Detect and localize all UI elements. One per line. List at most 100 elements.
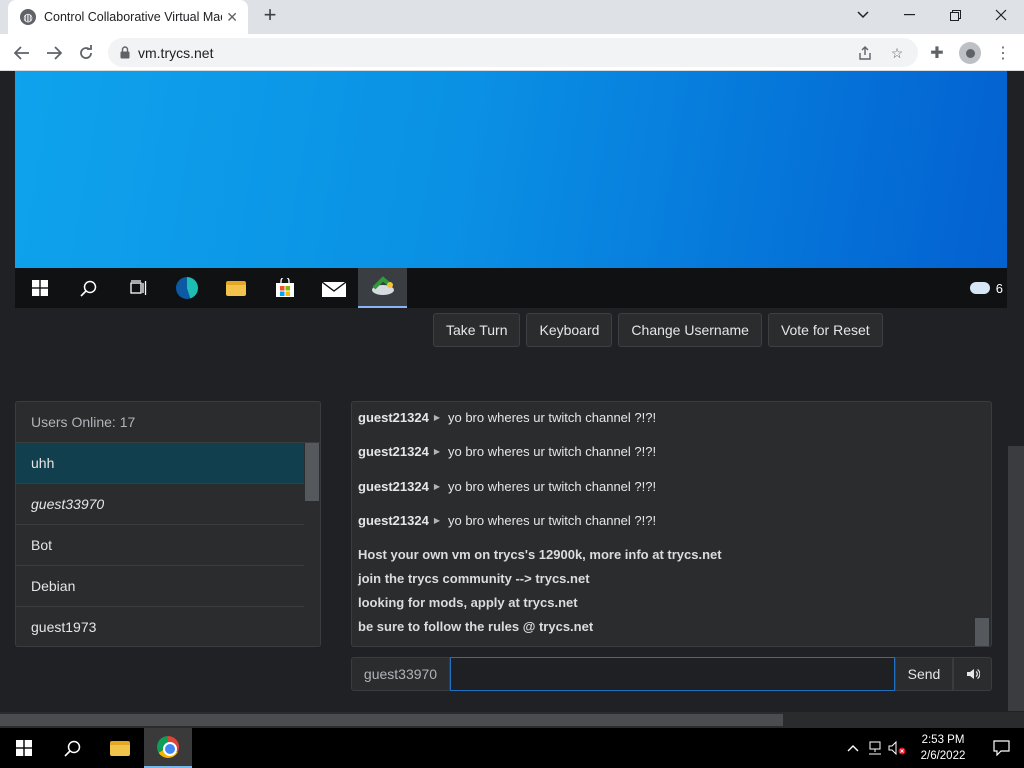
- clock-date: 2/6/2022: [920, 750, 966, 762]
- mail-icon[interactable]: [309, 268, 358, 308]
- browser-tab[interactable]: ◍ Control Collaborative Virtual Machines…: [8, 0, 248, 34]
- chat-input-bar: guest33970 Send: [351, 657, 992, 691]
- user-list-item[interactable]: guest33970: [16, 484, 304, 525]
- close-icon: [995, 9, 1007, 21]
- browser-tab-strip: ◍ Control Collaborative Virtual Machines…: [0, 0, 1024, 34]
- profile-icon[interactable]: [959, 42, 981, 64]
- users-panel: Users Online: 17 uhh guest33970 Bot Debi…: [15, 401, 321, 647]
- minimize-button[interactable]: [886, 0, 932, 30]
- reload-button[interactable]: [74, 41, 98, 65]
- arrow-right-icon: ▶: [433, 413, 440, 422]
- message-text: yo bro wheres ur twitch channel ?!?!: [447, 513, 657, 528]
- search-icon[interactable]: [48, 728, 96, 768]
- chevron-down-icon: [857, 11, 869, 19]
- vm-taskbar[interactable]: 6: [15, 268, 1007, 308]
- share-icon[interactable]: [854, 42, 876, 64]
- tab-title: Control Collaborative Virtual Machines: [44, 10, 222, 24]
- notification-icon[interactable]: [978, 728, 1024, 768]
- user-list-item[interactable]: Bot: [16, 525, 304, 566]
- back-arrow-icon: [14, 46, 29, 60]
- app-icon[interactable]: [358, 268, 407, 308]
- system-tray: 2:53 PM 2/6/2022: [842, 728, 1024, 768]
- users-scrollbar[interactable]: [304, 443, 320, 646]
- chat-scroll-thumb[interactable]: [975, 618, 989, 646]
- user-list-item[interactable]: uhh: [16, 443, 304, 484]
- system-message: join the trycs community --> trycs.net: [358, 571, 590, 586]
- user-list-item[interactable]: Debian: [16, 566, 304, 607]
- change-username-button[interactable]: Change Username: [618, 313, 762, 347]
- user-list: uhh guest33970 Bot Debian guest1973: [16, 443, 304, 646]
- back-button[interactable]: [10, 41, 34, 65]
- kebab-menu-icon[interactable]: ⋮: [992, 42, 1014, 64]
- send-button[interactable]: Send: [895, 657, 953, 691]
- chat-message-input[interactable]: [450, 657, 895, 691]
- horizontal-scroll-thumb[interactable]: [0, 714, 783, 726]
- puzzle-icon[interactable]: ✚: [926, 42, 948, 64]
- file-explorer-icon[interactable]: [96, 728, 144, 768]
- message-text: yo bro wheres ur twitch channel ?!?!: [447, 479, 657, 494]
- network-icon[interactable]: [864, 741, 886, 755]
- edge-icon[interactable]: [162, 268, 211, 308]
- windows-start-icon[interactable]: [0, 728, 48, 768]
- message-username: guest21324: [358, 479, 429, 494]
- chevron-up-icon[interactable]: [842, 744, 864, 752]
- chat-message: guest21324 ▶ yo bro wheres ur twitch cha…: [358, 479, 656, 494]
- message-username: guest21324: [358, 410, 429, 425]
- page-scrollbar-thumb[interactable]: [1008, 446, 1024, 711]
- star-icon[interactable]: ☆: [886, 42, 908, 64]
- message-username: guest21324: [358, 513, 429, 528]
- file-explorer-icon[interactable]: [211, 268, 260, 308]
- chrome-icon[interactable]: [144, 728, 192, 768]
- message-text: yo bro wheres ur twitch channel ?!?!: [447, 410, 657, 425]
- address-bar[interactable]: vm.trycs.net ☆: [108, 38, 918, 67]
- chat-message: guest21324 ▶ yo bro wheres ur twitch cha…: [358, 410, 656, 425]
- clock-time: 2:53 PM: [921, 734, 965, 746]
- page-content: 6 Take Turn Keyboard Change Username Vot…: [0, 71, 1024, 728]
- windows-start-icon[interactable]: [15, 268, 64, 308]
- task-view-icon[interactable]: [113, 268, 162, 308]
- restore-icon: [949, 9, 961, 21]
- message-username: guest21324: [358, 444, 429, 459]
- keyboard-button[interactable]: Keyboard: [526, 313, 613, 347]
- tab-search-button[interactable]: [840, 0, 886, 30]
- system-message: looking for mods, apply at trycs.net: [358, 595, 578, 610]
- users-scroll-thumb[interactable]: [305, 443, 319, 501]
- lock-icon: [120, 46, 130, 59]
- chat-message: guest21324 ▶ yo bro wheres ur twitch cha…: [358, 513, 656, 528]
- minimize-icon: [903, 14, 915, 16]
- reload-icon: [80, 45, 92, 59]
- forward-arrow-icon: [47, 46, 62, 60]
- forward-button[interactable]: [42, 41, 66, 65]
- volume-button[interactable]: [953, 657, 992, 691]
- chat-panel: guest21324 ▶ yo bro wheres ur twitch cha…: [351, 401, 992, 647]
- chat-scrollbar[interactable]: [974, 402, 990, 646]
- arrow-right-icon: ▶: [433, 516, 440, 525]
- close-window-button[interactable]: [978, 0, 1024, 30]
- users-online-header: Users Online: 17: [16, 402, 320, 443]
- system-message: be sure to follow the rules @ trycs.net: [358, 619, 594, 634]
- chat-message: guest21324 ▶ yo bro wheres ur twitch cha…: [358, 444, 656, 459]
- chat-username-label: guest33970: [351, 657, 450, 691]
- weather-text: 6: [995, 280, 1003, 296]
- user-list-item[interactable]: guest1973: [16, 607, 304, 646]
- take-turn-button[interactable]: Take Turn: [433, 313, 521, 347]
- volume-icon: [966, 669, 980, 679]
- message-text: yo bro wheres ur twitch channel ?!?!: [447, 444, 657, 459]
- close-icon[interactable]: ✕: [226, 9, 238, 26]
- globe-icon: ◍: [20, 9, 36, 25]
- volume-muted-icon[interactable]: [886, 741, 908, 755]
- restore-button[interactable]: [932, 0, 978, 30]
- horizontal-scrollbar[interactable]: [0, 712, 1024, 728]
- clock[interactable]: 2:53 PM 2/6/2022: [912, 732, 974, 764]
- arrow-right-icon: ▶: [433, 482, 440, 491]
- arrow-right-icon: ▶: [433, 447, 440, 456]
- os-taskbar: 2:53 PM 2/6/2022: [0, 728, 1024, 768]
- browser-toolbar: vm.trycs.net ☆ ✚ ⋮: [0, 34, 1024, 71]
- vote-reset-button[interactable]: Vote for Reset: [767, 313, 883, 347]
- cloud-icon: [969, 282, 990, 294]
- new-tab-button[interactable]: +: [258, 4, 282, 28]
- url-text: vm.trycs.net: [138, 44, 214, 61]
- vm-weather[interactable]: 6: [969, 268, 1007, 308]
- search-icon[interactable]: [64, 268, 113, 308]
- store-icon[interactable]: [260, 268, 309, 308]
